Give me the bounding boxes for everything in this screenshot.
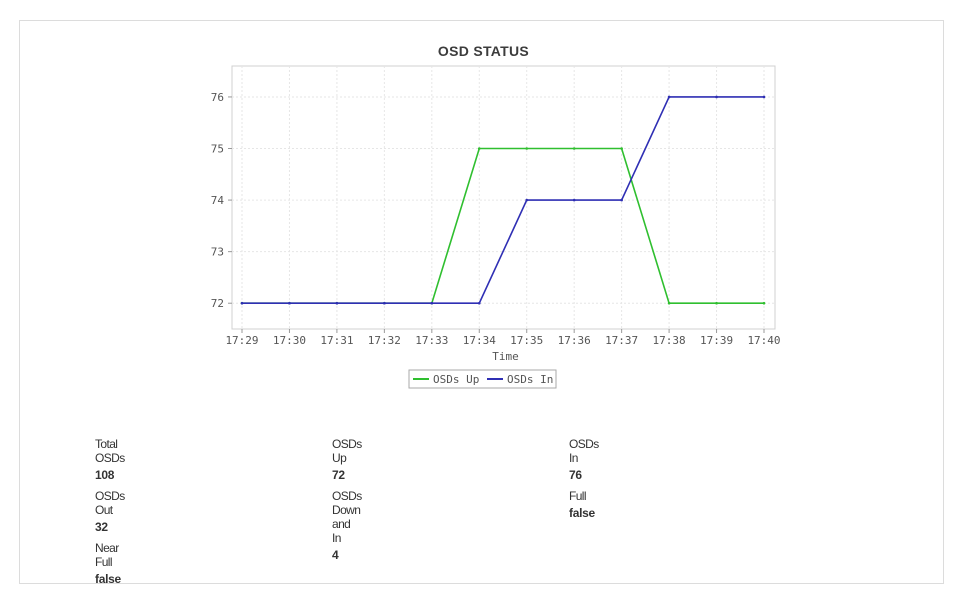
x-tick-label: 17:38 xyxy=(653,334,686,347)
x-tick-label: 17:37 xyxy=(605,334,638,347)
stat-value: 72 xyxy=(332,468,345,482)
y-tick-label: 74 xyxy=(211,194,225,207)
data-point xyxy=(762,301,766,305)
y-tick-label: 73 xyxy=(211,246,224,259)
stat-label: Near Full xyxy=(95,541,119,569)
x-tick-label: 17:32 xyxy=(368,334,401,347)
data-point xyxy=(335,301,339,305)
stat-label: OSDs In xyxy=(569,437,599,465)
y-tick-label: 75 xyxy=(211,143,224,156)
x-tick-label: 17:34 xyxy=(463,334,496,347)
data-point xyxy=(620,147,623,150)
stat-osds-down-and-in: OSDs Down and In 4 xyxy=(332,489,362,562)
data-point xyxy=(762,95,766,99)
stat-value: 4 xyxy=(332,548,339,562)
stat-value: false xyxy=(95,572,121,586)
stat-value: 32 xyxy=(95,520,108,534)
osd-status-chart: 72 73 74 75 76 17:29 17:30 17:31 17:32 17:33 17:34… xyxy=(211,65,781,389)
x-tick-label: 17:33 xyxy=(415,334,448,347)
data-point xyxy=(240,301,244,305)
x-tick-label: 17:35 xyxy=(510,334,543,347)
data-point xyxy=(288,301,291,305)
data-point xyxy=(620,198,623,202)
stat-value: 76 xyxy=(569,468,582,482)
data-point xyxy=(667,95,671,99)
stat-full: Full false xyxy=(569,489,595,520)
stat-value: false xyxy=(569,506,595,520)
data-point xyxy=(572,147,576,150)
stat-osds-in: OSDs In 76 xyxy=(569,437,599,482)
data-point xyxy=(430,301,434,305)
stat-osds-up: OSDs Up 72 xyxy=(332,437,362,482)
x-axis-label: Time xyxy=(492,350,519,363)
x-tick-label: 17:29 xyxy=(225,334,258,347)
stat-label: Total OSDs xyxy=(95,437,125,465)
stat-label: OSDs Up xyxy=(332,437,362,465)
data-point xyxy=(572,198,576,202)
data-point xyxy=(667,301,671,305)
data-point xyxy=(383,301,386,305)
x-tick-label: 17:39 xyxy=(700,334,733,347)
stat-osds-out: OSDs Out 32 xyxy=(95,489,125,534)
data-point xyxy=(525,147,529,150)
data-point xyxy=(477,147,481,150)
x-tick-label: 17:30 xyxy=(273,334,306,347)
data-point xyxy=(715,95,718,99)
x-tick-label: 17:36 xyxy=(558,334,591,347)
stat-label: OSDs Down and In xyxy=(332,489,362,545)
y-tick-label: 76 xyxy=(211,91,224,104)
data-point xyxy=(525,198,529,202)
legend-label: OSDs Up xyxy=(433,373,479,386)
stat-total-osds: Total OSDs 108 xyxy=(95,437,125,482)
stat-label: OSDs Out xyxy=(95,489,125,517)
data-point xyxy=(715,301,718,305)
plot-area xyxy=(231,65,776,330)
x-tick-label: 17:40 xyxy=(747,334,780,347)
stat-near-full: Near Full false xyxy=(95,541,121,586)
stat-label: Full xyxy=(569,489,587,503)
y-tick-label: 72 xyxy=(211,297,224,310)
stat-value: 108 xyxy=(95,468,115,482)
x-tick-label: 17:31 xyxy=(320,334,353,347)
legend-label: OSDs In xyxy=(507,373,553,386)
data-point xyxy=(477,301,481,305)
